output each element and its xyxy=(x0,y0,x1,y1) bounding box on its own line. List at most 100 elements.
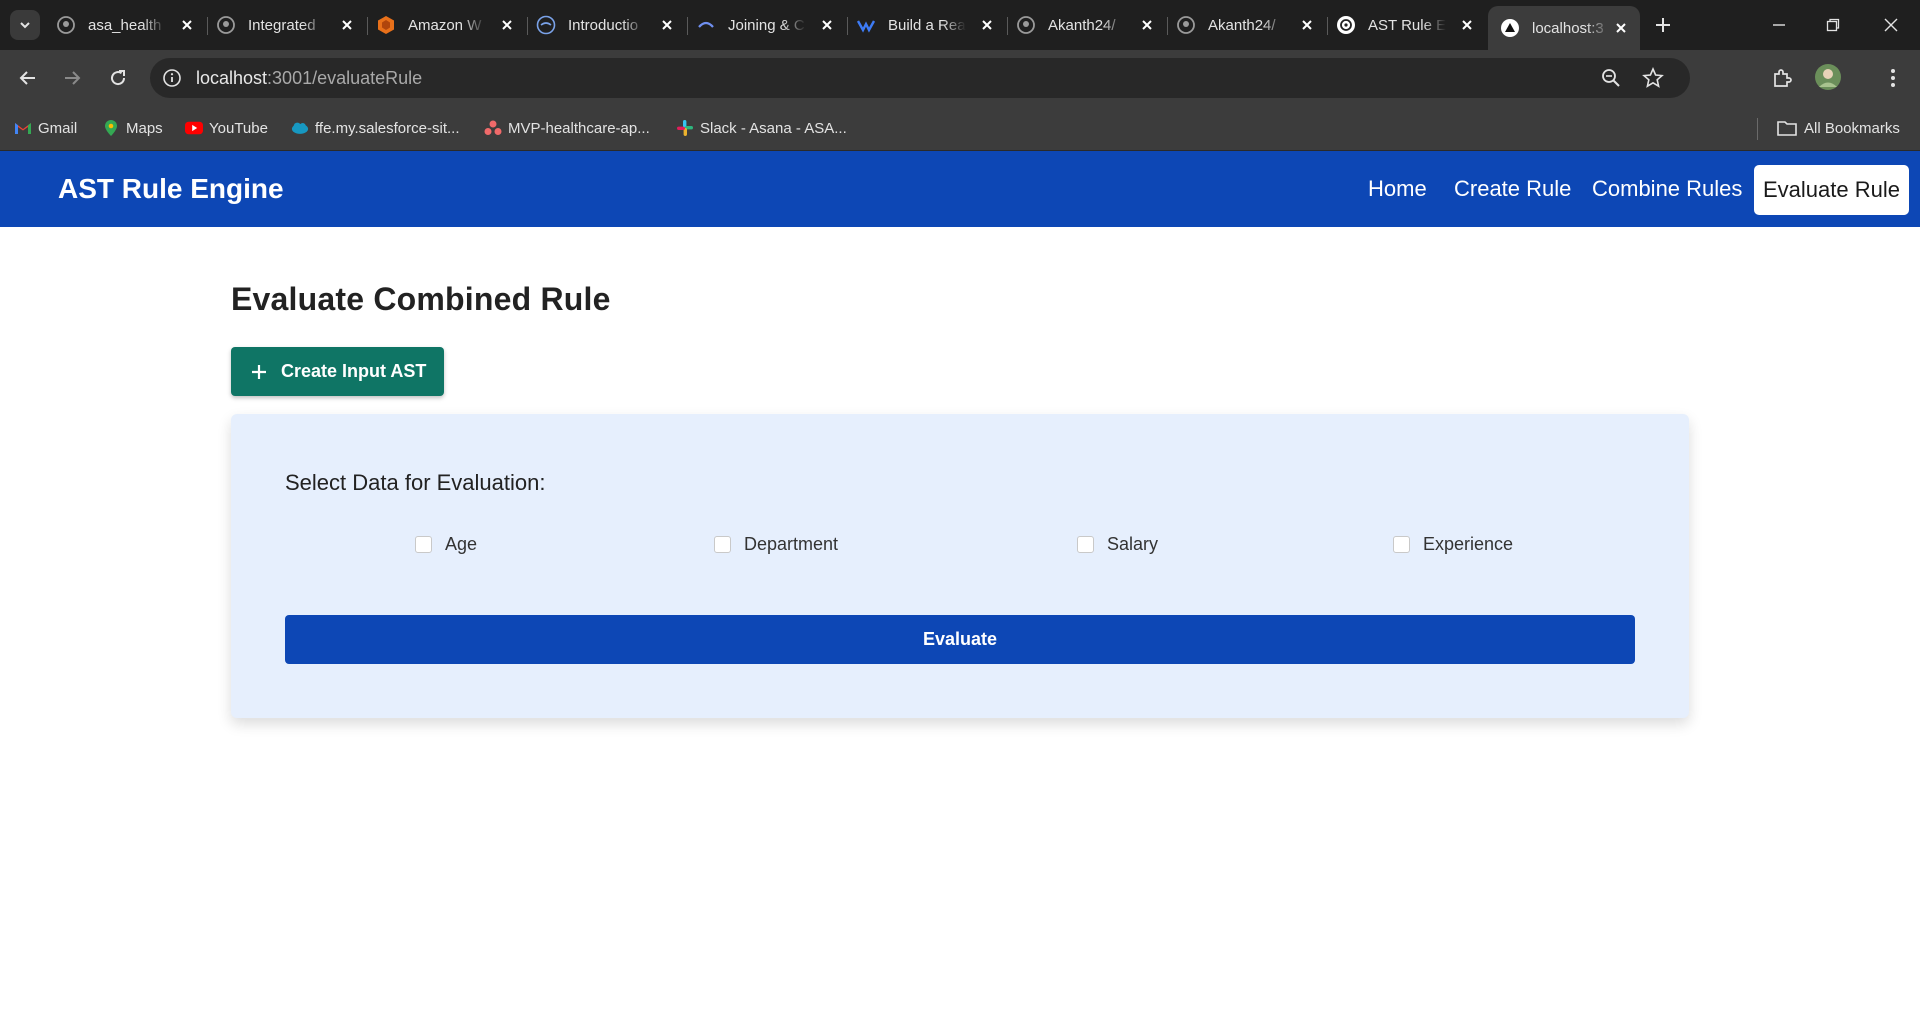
forward-button[interactable] xyxy=(58,64,86,92)
option-experience[interactable]: Experience xyxy=(1393,534,1513,555)
address-bar[interactable]: localhost:3001/evaluateRule xyxy=(150,58,1690,98)
nav-create-rule[interactable]: Create Rule xyxy=(1454,176,1571,202)
site-icon xyxy=(856,15,876,35)
nav-combine-rules[interactable]: Combine Rules xyxy=(1592,176,1742,202)
tab-title: localhost:3 xyxy=(1532,19,1604,37)
department-checkbox[interactable] xyxy=(714,536,731,553)
asana-icon xyxy=(484,119,502,137)
salesforce-icon xyxy=(291,119,309,137)
github-icon xyxy=(56,15,76,35)
browser-tab[interactable]: Joining & C xyxy=(696,8,848,42)
tab-separator xyxy=(1327,17,1328,35)
close-tab-icon[interactable] xyxy=(498,16,516,34)
arrow-right-icon xyxy=(65,71,81,85)
reload-button[interactable] xyxy=(104,64,132,92)
panel-title: Select Data for Evaluation: xyxy=(285,470,546,495)
browser-tab[interactable]: asa_health xyxy=(56,8,208,42)
experience-checkbox[interactable] xyxy=(1393,536,1410,553)
avatar-icon xyxy=(1815,64,1841,90)
minimize-icon xyxy=(1773,24,1785,26)
close-tab-icon[interactable] xyxy=(1138,16,1156,34)
puzzle-icon xyxy=(1774,69,1792,87)
tab-title: Akanth24/ xyxy=(1048,16,1116,34)
close-tab-icon[interactable] xyxy=(818,16,836,34)
bookmark-slack[interactable]: Slack - Asana - ASA... xyxy=(676,117,847,139)
close-tab-icon[interactable] xyxy=(338,16,356,34)
browser-tab[interactable]: Build a Rea xyxy=(856,8,1008,42)
browser-tab[interactable]: Akanth24/ xyxy=(1176,8,1328,42)
evaluation-panel: Select Data for Evaluation: Age Departme… xyxy=(231,414,1689,718)
option-label: Age xyxy=(445,534,478,554)
tab-separator xyxy=(1167,17,1168,35)
back-button[interactable] xyxy=(14,64,42,92)
restore-button[interactable] xyxy=(1818,10,1848,40)
tab-separator xyxy=(847,17,848,35)
bookmark-gmail[interactable]: Gmail xyxy=(14,117,77,139)
option-age[interactable]: Age xyxy=(415,534,477,555)
browser-tab[interactable]: Integrated xyxy=(216,8,368,42)
url-host: localhost xyxy=(196,68,268,88)
site-icon xyxy=(696,15,716,35)
browser-tab[interactable]: Introductio xyxy=(536,8,688,42)
bookmarks-divider xyxy=(1757,118,1758,140)
aws-icon xyxy=(376,15,396,35)
option-salary[interactable]: Salary xyxy=(1077,534,1158,555)
tab-title: Introductio xyxy=(568,16,639,34)
close-tab-icon[interactable] xyxy=(978,16,996,34)
tab-search-button[interactable] xyxy=(10,10,40,40)
tab-separator xyxy=(527,17,528,35)
bookmark-youtube[interactable]: YouTube xyxy=(185,117,268,139)
site-icon xyxy=(536,15,556,35)
bookmark-label: Maps xyxy=(126,119,163,137)
all-bookmarks-label: All Bookmarks xyxy=(1804,119,1900,137)
bookmark-maps[interactable]: Maps xyxy=(102,117,163,139)
bookmark-salesforce[interactable]: ffe.my.salesforce-sit... xyxy=(291,117,460,139)
option-label: Department xyxy=(744,534,839,554)
close-tab-icon[interactable] xyxy=(1612,19,1630,37)
tab-title: Build a Rea xyxy=(888,16,966,34)
plus-icon xyxy=(252,364,266,379)
option-department[interactable]: Department xyxy=(714,534,838,555)
close-tab-icon[interactable] xyxy=(1458,16,1476,34)
age-checkbox[interactable] xyxy=(415,536,432,553)
minimize-button[interactable] xyxy=(1764,10,1794,40)
tab-separator xyxy=(1007,17,1008,35)
tab-separator xyxy=(367,17,368,35)
chevron-down-icon xyxy=(20,22,30,29)
browser-tab-active[interactable]: localhost:3 xyxy=(1488,6,1640,50)
nav-home[interactable]: Home xyxy=(1368,176,1427,202)
nav-evaluate-rule[interactable]: Evaluate Rule xyxy=(1754,165,1909,215)
zoom-icon[interactable] xyxy=(1600,67,1622,89)
site-info-icon[interactable] xyxy=(162,68,182,88)
tab-title: asa_health xyxy=(88,16,162,34)
evaluate-button[interactable]: Evaluate xyxy=(285,615,1635,664)
bookmark-label: YouTube xyxy=(209,119,268,137)
extensions-button[interactable] xyxy=(1768,64,1796,92)
gmail-icon xyxy=(14,119,32,137)
arrow-left-icon xyxy=(19,71,35,85)
app-brand[interactable]: AST Rule Engine xyxy=(58,173,284,205)
profile-avatar[interactable] xyxy=(1813,62,1843,92)
bookmark-star-icon[interactable] xyxy=(1642,66,1664,89)
close-tab-icon[interactable] xyxy=(1298,16,1316,34)
tab-separator xyxy=(687,17,688,35)
bookmark-label: Slack - Asana - ASA... xyxy=(700,119,847,137)
bookmarks-bar: Gmail Maps YouTube ffe.my.salesforce-sit… xyxy=(0,106,1920,151)
close-tab-icon[interactable] xyxy=(658,16,676,34)
restore-icon xyxy=(1826,18,1840,32)
tab-title: Integrated xyxy=(248,16,316,34)
create-input-ast-button[interactable]: Create Input AST xyxy=(231,347,444,396)
browser-tab[interactable]: AST Rule E xyxy=(1336,8,1486,42)
browser-tab[interactable]: Amazon W xyxy=(376,8,528,42)
new-tab-button[interactable] xyxy=(1650,12,1676,38)
close-window-button[interactable] xyxy=(1876,10,1906,40)
browser-tab-strip: asa_health Integrated Amazon W Introduct… xyxy=(0,0,1920,50)
browser-tab[interactable]: Akanth24/ xyxy=(1016,8,1168,42)
all-bookmarks-button[interactable]: All Bookmarks xyxy=(1776,117,1900,139)
salary-checkbox[interactable] xyxy=(1077,536,1094,553)
folder-icon xyxy=(1776,119,1798,137)
bookmark-asana[interactable]: MVP-healthcare-ap... xyxy=(484,117,650,139)
browser-menu-button[interactable] xyxy=(1879,64,1907,92)
close-tab-icon[interactable] xyxy=(178,16,196,34)
github-icon xyxy=(1176,15,1196,35)
